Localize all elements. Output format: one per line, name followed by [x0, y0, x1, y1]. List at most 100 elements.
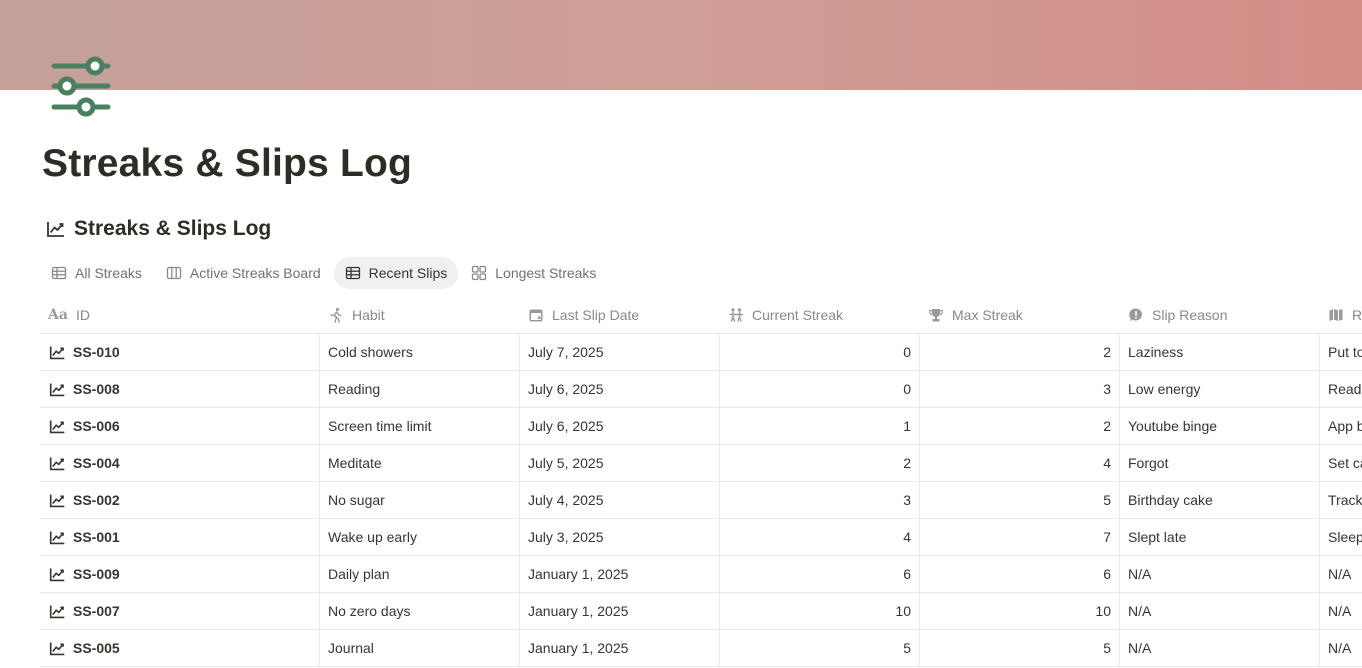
- recent-slips-table: Aa ID Habit Last Slip Date Current Strea…: [40, 297, 1362, 667]
- cell-current-streak[interactable]: 1: [720, 408, 920, 444]
- cell-max-streak[interactable]: 6: [920, 556, 1120, 592]
- cell-max-streak[interactable]: 2: [920, 408, 1120, 444]
- cell-habit[interactable]: Journal: [320, 630, 520, 666]
- table-row[interactable]: SS-009 Daily plan January 1, 2025 6 6 N/A N/A: [40, 556, 1362, 593]
- cell-id[interactable]: SS-005: [40, 630, 320, 666]
- column-header-last-slip-date[interactable]: Last Slip Date: [520, 297, 720, 333]
- tab-recent-slips[interactable]: Recent Slips: [333, 257, 459, 289]
- cell-current-streak[interactable]: 4: [720, 519, 920, 555]
- cell-max-streak[interactable]: 10: [920, 593, 1120, 629]
- row-id[interactable]: SS-001: [73, 529, 120, 545]
- cell-slip-reason[interactable]: Slept late: [1120, 519, 1320, 555]
- tab-longest-streaks[interactable]: Longest Streaks: [460, 257, 607, 289]
- row-id[interactable]: SS-008: [73, 381, 120, 397]
- cell-slip-reason[interactable]: Youtube binge: [1120, 408, 1320, 444]
- cell-slip-reason[interactable]: Low energy: [1120, 371, 1320, 407]
- page-cover[interactable]: [0, 0, 1362, 90]
- tab-active-streaks-board[interactable]: Active Streaks Board: [155, 257, 332, 289]
- cell-remedy[interactable]: N/A: [1320, 556, 1362, 592]
- table-row[interactable]: SS-005 Journal January 1, 2025 5 5 N/A N/A: [40, 630, 1362, 667]
- cell-current-streak[interactable]: 10: [720, 593, 920, 629]
- row-id[interactable]: SS-010: [73, 344, 120, 360]
- row-id[interactable]: SS-002: [73, 492, 120, 508]
- column-header-max-streak[interactable]: Max Streak: [920, 297, 1120, 333]
- cell-habit[interactable]: Wake up early: [320, 519, 520, 555]
- cell-last-slip-date[interactable]: July 4, 2025: [520, 482, 720, 518]
- cell-current-streak[interactable]: 0: [720, 334, 920, 370]
- row-id[interactable]: SS-009: [73, 566, 120, 582]
- cell-slip-reason[interactable]: N/A: [1120, 556, 1320, 592]
- cell-current-streak[interactable]: 2: [720, 445, 920, 481]
- table-row[interactable]: SS-004 MeditateJuly 5, 202524ForgotSet ca: [40, 445, 1362, 482]
- table-row[interactable]: SS-008 Reading July 6, 2025 0 3 Low energy Rea…: [40, 371, 1362, 408]
- cell-id[interactable]: SS-010: [40, 334, 320, 370]
- cell-habit[interactable]: Cold showers: [320, 334, 520, 370]
- cell-remedy[interactable]: N/A: [1320, 630, 1362, 666]
- cell-id[interactable]: SS-008: [40, 371, 320, 407]
- cell-current-streak[interactable]: 0: [720, 371, 920, 407]
- column-header-current-streak[interactable]: Current Streak: [720, 297, 920, 333]
- cell-last-slip-date[interactable]: July 3, 2025: [520, 519, 720, 555]
- column-header-remedy[interactable]: R: [1320, 297, 1362, 333]
- cell-last-slip-date[interactable]: January 1, 2025: [520, 630, 720, 666]
- cell-habit[interactable]: Meditate: [320, 445, 520, 481]
- cell-slip-reason[interactable]: Forgot: [1120, 445, 1320, 481]
- cell-habit[interactable]: Daily plan: [320, 556, 520, 592]
- column-header-id[interactable]: Aa ID: [40, 297, 320, 333]
- cell-last-slip-date[interactable]: January 1, 2025: [520, 593, 720, 629]
- row-id[interactable]: SS-007: [73, 603, 120, 619]
- table-icon: [51, 266, 67, 280]
- cell-id[interactable]: SS-009: [40, 556, 320, 592]
- walking-person-icon: [330, 307, 342, 323]
- cell-remedy[interactable]: Sleep: [1320, 519, 1362, 555]
- row-id[interactable]: SS-005: [73, 640, 120, 656]
- sliders-icon[interactable]: [50, 52, 112, 122]
- cell-id[interactable]: SS-004: [40, 445, 320, 481]
- cell-remedy[interactable]: N/A: [1320, 593, 1362, 629]
- row-id[interactable]: SS-004: [73, 455, 120, 471]
- tab-all-streaks[interactable]: All Streaks: [40, 257, 153, 289]
- table-row[interactable]: SS-006 Screen time limit July 6, 2025 1 2 You…: [40, 408, 1362, 445]
- cell-habit[interactable]: Reading: [320, 371, 520, 407]
- cell-id[interactable]: SS-001: [40, 519, 320, 555]
- cell-max-streak[interactable]: 5: [920, 630, 1120, 666]
- cell-max-streak[interactable]: 5: [920, 482, 1120, 518]
- cell-habit[interactable]: No zero days: [320, 593, 520, 629]
- table-row[interactable]: SS-010 Cold showers July 7, 2025 0 2 Laziness…: [40, 334, 1362, 371]
- table-row[interactable]: SS-001 Wake up early July 3, 2025 4 7 Slept l…: [40, 519, 1362, 556]
- cell-slip-reason[interactable]: N/A: [1120, 593, 1320, 629]
- cell-remedy[interactable]: App b: [1320, 408, 1362, 444]
- row-id[interactable]: SS-006: [73, 418, 120, 434]
- cell-slip-reason[interactable]: Birthday cake: [1120, 482, 1320, 518]
- cell-id[interactable]: SS-002: [40, 482, 320, 518]
- cell-habit[interactable]: Screen time limit: [320, 408, 520, 444]
- cell-max-streak[interactable]: 3: [920, 371, 1120, 407]
- cell-remedy[interactable]: Track: [1320, 482, 1362, 518]
- cell-current-streak[interactable]: 5: [720, 630, 920, 666]
- database-title[interactable]: Streaks & Slips Log: [74, 217, 271, 241]
- table-row[interactable]: SS-007 No zero days January 1, 2025 10 10 N/A…: [40, 593, 1362, 630]
- cell-max-streak[interactable]: 7: [920, 519, 1120, 555]
- cell-current-streak[interactable]: 6: [720, 556, 920, 592]
- cell-id[interactable]: SS-007: [40, 593, 320, 629]
- tab-label: Active Streaks Board: [189, 265, 321, 281]
- cell-remedy[interactable]: Put to: [1320, 334, 1362, 370]
- cell-max-streak[interactable]: 2: [920, 334, 1120, 370]
- cell-remedy[interactable]: Read: [1320, 371, 1362, 407]
- cell-slip-reason[interactable]: N/A: [1120, 630, 1320, 666]
- column-header-habit[interactable]: Habit: [320, 297, 520, 333]
- cell-last-slip-date[interactable]: January 1, 2025: [520, 556, 720, 592]
- cell-remedy[interactable]: Set ca: [1320, 445, 1362, 481]
- cell-current-streak[interactable]: 3: [720, 482, 920, 518]
- cell-max-streak[interactable]: 4: [920, 445, 1120, 481]
- table-row[interactable]: SS-002 No sugar July 4, 2025 3 5 Birthday cak…: [40, 482, 1362, 519]
- cell-slip-reason[interactable]: Laziness: [1120, 334, 1320, 370]
- cell-last-slip-date[interactable]: July 6, 2025: [520, 408, 720, 444]
- cell-habit[interactable]: No sugar: [320, 482, 520, 518]
- cell-id[interactable]: SS-006: [40, 408, 320, 444]
- cell-last-slip-date[interactable]: July 5, 2025: [520, 445, 720, 481]
- cell-last-slip-date[interactable]: July 6, 2025: [520, 371, 720, 407]
- cell-last-slip-date[interactable]: July 7, 2025: [520, 334, 720, 370]
- page-title[interactable]: Streaks & Slips Log: [42, 142, 412, 186]
- column-header-slip-reason[interactable]: Slip Reason: [1120, 297, 1320, 333]
